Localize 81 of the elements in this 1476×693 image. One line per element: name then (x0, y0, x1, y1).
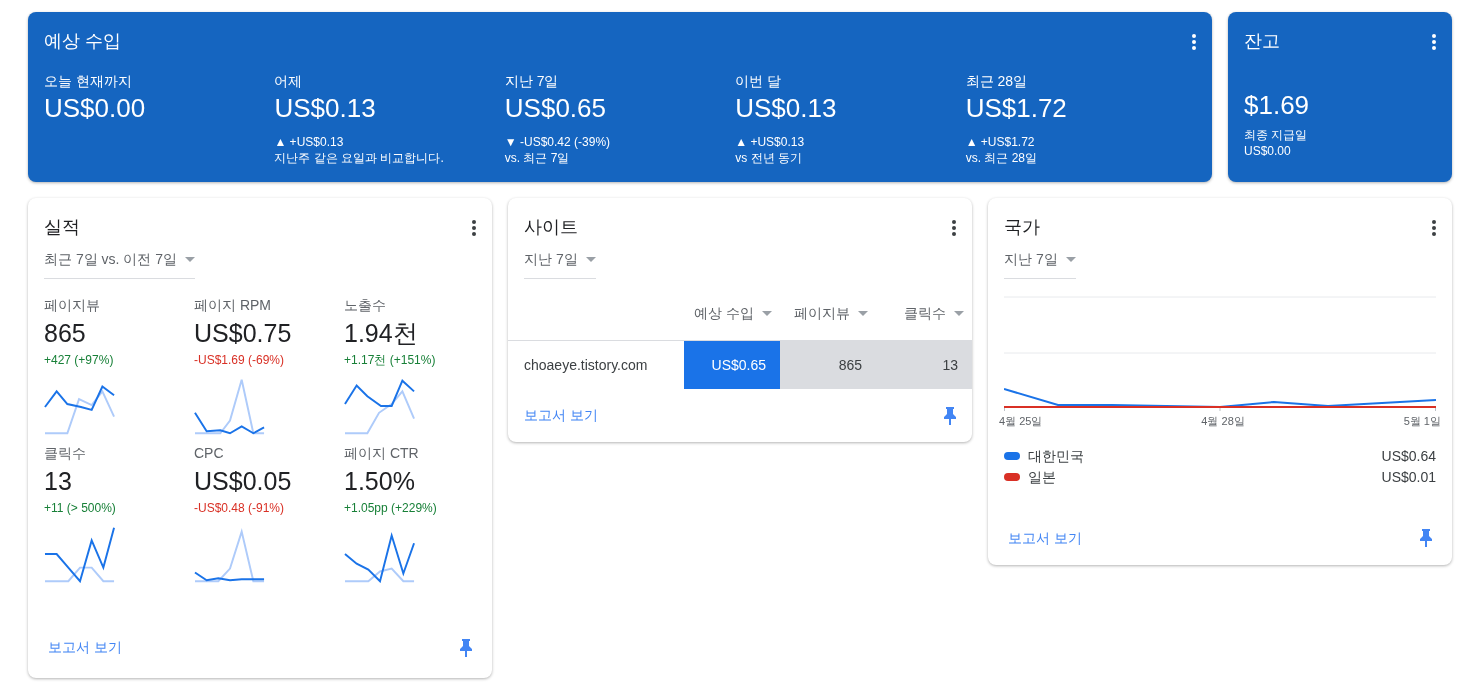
view-report-link[interactable]: 보고서 보기 (48, 637, 122, 659)
view-report-link[interactable]: 보고서 보기 (524, 405, 598, 427)
site-name: choaeye.tistory.com (523, 355, 649, 375)
period-label: 이번 달 (735, 72, 783, 91)
card-title: 잔고 (1244, 30, 1280, 53)
country-name: 일본 (1028, 467, 1056, 487)
metric-change: -US$1.69 (-69%) (194, 352, 286, 370)
period-label: 오늘 현재까지 (44, 72, 133, 91)
period-label: 지난 7일 (504, 72, 560, 91)
metric-change: +1.17천 (+151%) (344, 352, 437, 370)
change-amount: ▼ -US$0.42 (-39%) (504, 133, 612, 150)
comparison-note: vs. 최근 7일 (504, 150, 571, 167)
pin-icon[interactable] (1420, 529, 1432, 548)
table-cell: US$0.65 (684, 341, 780, 390)
more-options-icon[interactable] (472, 219, 476, 236)
metric-label: 클릭수 (44, 444, 87, 464)
metric-value: US$0.75 (194, 318, 293, 350)
country-name: 대한민국 (1028, 446, 1084, 466)
caret-icon (1065, 257, 1076, 263)
range-dropdown[interactable]: 최근 7일 vs. 이전 7일 (44, 249, 196, 280)
pin-icon[interactable] (944, 406, 956, 425)
more-options-icon[interactable] (1432, 219, 1436, 236)
caret-icon (858, 311, 868, 317)
card-title: 예상 수입 (44, 30, 121, 53)
earnings-value: US$0.65 (504, 92, 607, 125)
last-payment-label: 최종 지급일 (1244, 126, 1309, 143)
axis-label: 5월 1일 (1403, 414, 1441, 430)
axis-label: 4월 28일 (1201, 414, 1245, 430)
caret-icon (954, 311, 964, 317)
caret-icon (762, 311, 772, 317)
comparison-note: vs 전년 동기 (735, 150, 803, 167)
more-options-icon[interactable] (1432, 33, 1436, 50)
axis-label: 4월 25일 (999, 414, 1043, 430)
card-title: 국가 (1004, 216, 1040, 240)
table-cell: 865 (780, 341, 876, 390)
comparison-note: vs. 최근 28일 (965, 150, 1038, 167)
metric-label: 노출수 (344, 296, 387, 316)
more-options-icon[interactable] (1192, 33, 1196, 50)
range-dropdown[interactable]: 지난 7일 (524, 249, 596, 280)
metric-change: +11 (> 500%) (44, 500, 117, 518)
card-title: 사이트 (524, 216, 578, 240)
earnings-value: US$0.13 (274, 92, 377, 125)
metric-label: 페이지 RPM (194, 296, 272, 316)
sparkline-chart (194, 377, 266, 436)
more-options-icon[interactable] (952, 219, 956, 236)
metric-label: 페이지뷰 (44, 296, 101, 316)
metric-value: 1.50% (344, 466, 416, 498)
metric-change: +427 (+97%) (44, 352, 115, 370)
country-earnings: US$0.64 (1381, 446, 1436, 466)
balance-value: $1.69 (1244, 89, 1311, 122)
period-label: 최근 28일 (965, 72, 1029, 91)
change-amount: ▲ +US$0.13 (735, 133, 806, 150)
pin-icon[interactable] (460, 638, 472, 657)
change-amount: ▲ +US$0.13 (274, 133, 345, 150)
metric-value: 865 (44, 318, 87, 350)
earnings-value: US$0.13 (735, 92, 838, 125)
caret-icon (585, 257, 596, 263)
column-header[interactable]: 페이지뷰 (780, 303, 876, 325)
country-earnings: US$0.01 (1381, 467, 1436, 487)
metric-change: -US$0.48 (-91%) (194, 500, 286, 518)
metric-label: 페이지 CTR (344, 444, 420, 464)
metric-label: CPC (194, 444, 225, 464)
earnings-value: US$1.72 (965, 92, 1068, 125)
column-header[interactable]: 클릭수 (876, 303, 972, 325)
card-title: 실적 (44, 216, 80, 240)
table-cell: 13 (876, 341, 972, 390)
range-dropdown[interactable]: 지난 7일 (1004, 249, 1076, 280)
change-amount: ▲ +US$1.72 (965, 133, 1036, 150)
metric-value: US$0.05 (194, 466, 293, 498)
metric-value: 1.94천 (344, 318, 419, 350)
comparison-note: 지난주 같은 요일과 비교합니다. (274, 150, 445, 167)
metric-change: +1.05pp (+229%) (344, 500, 438, 518)
caret-icon (185, 257, 196, 263)
column-header[interactable]: 예상 수입 (684, 303, 780, 325)
earnings-value: US$0.00 (44, 92, 147, 125)
period-label: 어제 (274, 72, 304, 91)
metric-value: 13 (44, 466, 73, 498)
sparkline-chart (344, 377, 416, 436)
last-payment-amount: US$0.00 (1244, 143, 1292, 160)
sparkline-chart (44, 525, 116, 584)
view-report-link[interactable]: 보고서 보기 (1008, 527, 1082, 549)
